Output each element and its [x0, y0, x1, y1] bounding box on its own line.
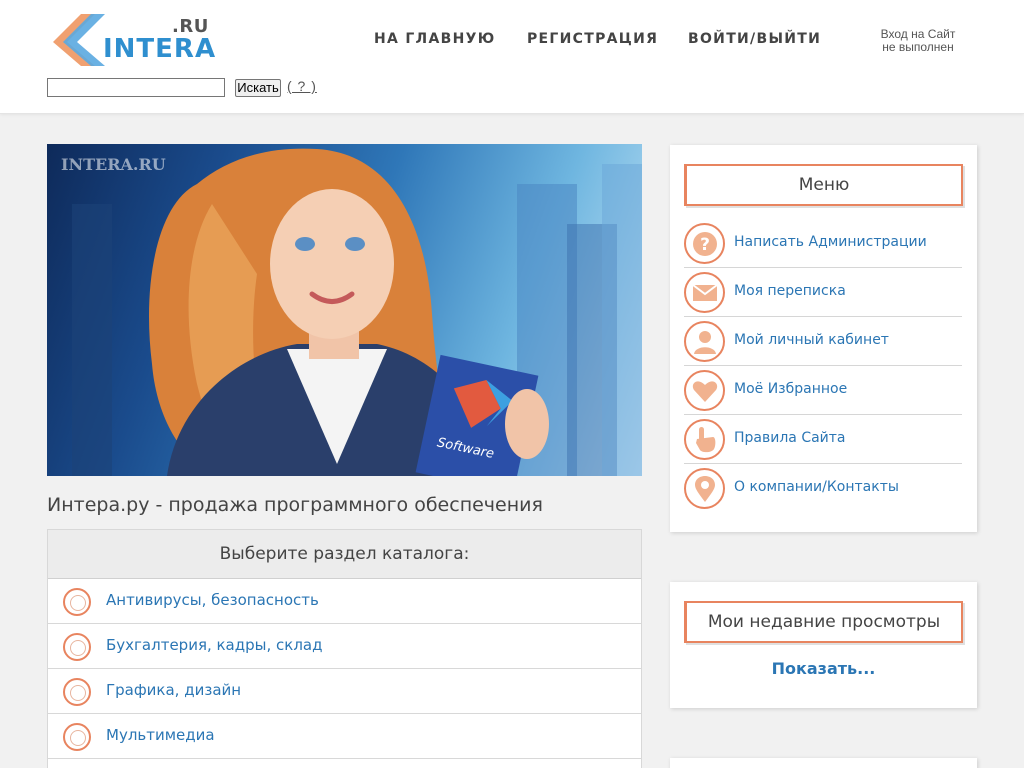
menu-item-label: Моё Избранное [734, 381, 848, 397]
sidebar-card-partial [670, 758, 977, 768]
catalog-item-label: Бухгалтерия, кадры, склад [106, 636, 323, 654]
recent-views-title: Мои недавние просмотры [684, 601, 963, 643]
sidebar-menu-card: Меню ? Написать Администрации Моя перепи… [670, 145, 977, 532]
nav-registration[interactable]: РЕГИСТРАЦИЯ [527, 31, 658, 47]
catalog-item-label: Графика, дизайн [106, 681, 242, 699]
recent-views-card: Мои недавние просмотры Показать... [670, 582, 977, 708]
hero-banner: Software INTERA.RU [47, 144, 642, 476]
page-title: Интера.ру - продажа программного обеспеч… [47, 494, 543, 516]
nav-login-logout[interactable]: ВОЙТИ/ВЫЙТИ [688, 31, 821, 47]
catalog-item-multimedia[interactable]: Мультимедиа [48, 714, 641, 759]
menu-item-write-admin[interactable]: ? Написать Администрации [684, 219, 962, 268]
question-icon: ? [684, 223, 725, 264]
search-help-link[interactable]: ( ? ) [287, 78, 317, 94]
menu-item-label: Правила Сайта [734, 430, 846, 446]
menu-item-rules[interactable]: Правила Сайта [684, 415, 962, 464]
logo-name: INTERA [103, 34, 217, 64]
menu-item-about[interactable]: О компании/Контакты [684, 464, 962, 513]
heart-icon [684, 370, 725, 411]
pointer-hand-icon [684, 419, 725, 460]
search-button[interactable]: Искать [235, 79, 281, 97]
catalog-item-graphics[interactable]: Графика, дизайн [48, 669, 641, 714]
menu-item-label: Написать Администрации [734, 234, 927, 250]
catalog-item-label: Антивирусы, безопасность [106, 591, 319, 609]
login-status: Вход на Сайт не выполнен [868, 28, 968, 54]
catalog-item-antivirus[interactable]: Антивирусы, безопасность [48, 579, 641, 624]
svg-text:?: ? [700, 235, 710, 255]
catalog-panel: Выберите раздел каталога: Антивирусы, бе… [47, 529, 642, 768]
menu-item-messages[interactable]: Моя переписка [684, 268, 962, 317]
user-icon [684, 321, 725, 362]
catalog-heading: Выберите раздел каталога: [48, 530, 641, 579]
login-status-line2: не выполнен [882, 40, 954, 54]
search-input[interactable] [47, 78, 225, 97]
menu-item-label: Моя переписка [734, 283, 846, 299]
menu-item-favorites[interactable]: Моё Избранное [684, 366, 962, 415]
catalog-item-accounting[interactable]: Бухгалтерия, кадры, склад [48, 624, 641, 669]
menu-item-label: Мой личный кабинет [734, 332, 889, 348]
hero-watermark: INTERA.RU [61, 155, 166, 174]
nav-home[interactable]: НА ГЛАВНУЮ [374, 31, 495, 47]
site-header: .RU INTERA НА ГЛАВНУЮ РЕГИСТРАЦИЯ ВОЙТИ/… [0, 0, 1024, 114]
catalog-item-label: Мультимедиа [106, 726, 215, 744]
menu-item-label: О компании/Контакты [734, 479, 899, 495]
menu-item-account[interactable]: Мой личный кабинет [684, 317, 962, 366]
ring-bullet-icon [63, 723, 91, 751]
ring-bullet-icon [63, 588, 91, 616]
hero-illustration: Software [72, 148, 642, 476]
envelope-icon [684, 272, 725, 313]
recent-views-show-link[interactable]: Показать... [670, 659, 977, 678]
ring-bullet-icon [63, 678, 91, 706]
logo-chevrons-icon [53, 14, 105, 66]
site-logo[interactable]: .RU INTERA [51, 12, 215, 68]
ring-bullet-icon [63, 633, 91, 661]
map-pin-icon [684, 468, 725, 509]
menu-title: Меню [684, 164, 963, 206]
